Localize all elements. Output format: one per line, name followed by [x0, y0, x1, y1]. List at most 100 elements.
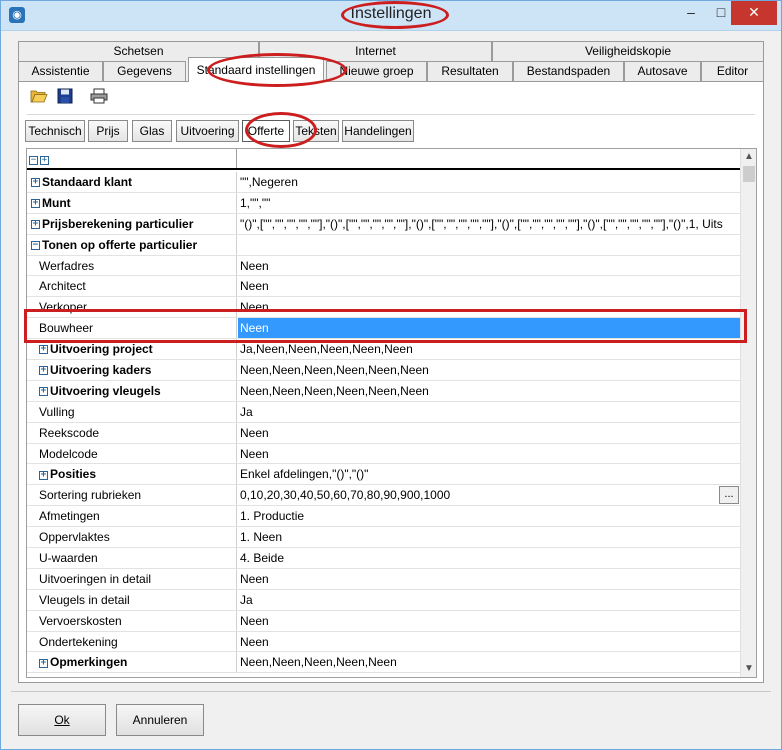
- grid-row-name[interactable]: Modelcode: [27, 443, 237, 464]
- collapse-all-icon[interactable]: −: [29, 153, 38, 167]
- grid-row-name[interactable]: + Prijsberekening particulier: [27, 213, 237, 234]
- ok-button[interactable]: Ok: [18, 704, 106, 736]
- grid-row[interactable]: U-waarden 4. Beide: [27, 548, 741, 569]
- expand-icon[interactable]: +: [39, 470, 48, 480]
- expand-all-icon[interactable]: +: [40, 153, 49, 167]
- grid-row-value[interactable]: Neen: [238, 611, 741, 631]
- grid-row-value[interactable]: Neen,Neen,Neen,Neen,Neen,Neen: [238, 381, 741, 401]
- grid-row-value[interactable]: Neen,Neen,Neen,Neen,Neen: [238, 652, 741, 672]
- grid-row-name[interactable]: Reekscode: [27, 422, 237, 443]
- grid-row[interactable]: + Uitvoering kaders Neen,Neen,Neen,Neen,Ne…: [27, 360, 741, 381]
- grid-row-value[interactable]: 1. Productie: [238, 506, 741, 526]
- tab-resultaten[interactable]: Resultaten: [427, 61, 513, 81]
- grid-row-value[interactable]: Neen: [238, 444, 741, 464]
- grid-row[interactable]: − Tonen op offerte particulier: [27, 234, 741, 256]
- cancel-button[interactable]: Annuleren: [116, 704, 204, 736]
- grid-row-name[interactable]: U-waarden: [27, 548, 237, 568]
- floppy-save-icon[interactable]: [53, 88, 77, 112]
- grid-row[interactable]: Werfadres Neen: [27, 255, 741, 277]
- subtab-handelingen[interactable]: Handelingen: [342, 120, 414, 142]
- grid-row-name[interactable]: Vulling: [27, 401, 237, 422]
- scroll-up-icon[interactable]: ▲: [741, 149, 756, 165]
- grid-row[interactable]: Modelcode Neen: [27, 443, 741, 465]
- tab-veiligheidskopie[interactable]: Veiligheidskopie: [492, 41, 764, 61]
- grid-row-value[interactable]: 4. Beide: [238, 548, 741, 568]
- subtab-prijs[interactable]: Prijs: [88, 120, 128, 142]
- grid-row-value[interactable]: [238, 235, 741, 255]
- grid-row-name[interactable]: Vleugels in detail: [27, 589, 237, 610]
- grid-row[interactable]: + Standaard klant "",Negeren: [27, 172, 741, 193]
- title-bar[interactable]: ◉ Instellingen – □ ✕: [1, 1, 781, 31]
- grid-row-value[interactable]: "()",["","","","",""],"()",["","","","",…: [238, 214, 741, 234]
- property-grid[interactable]: − + + Standaard klant "",Negeren + Munt 1,"",…: [26, 148, 757, 678]
- grid-row-value[interactable]: 0,10,20,30,40,50,60,70,80,90,900,1000...: [238, 485, 741, 505]
- subtab-technisch[interactable]: Technisch: [25, 120, 85, 142]
- grid-row-name[interactable]: + Uitvoering kaders: [27, 360, 237, 380]
- grid-row-value[interactable]: Neen: [238, 276, 741, 296]
- grid-row-value[interactable]: "",Negeren: [238, 172, 741, 192]
- grid-row-name[interactable]: Architect: [27, 276, 237, 297]
- folder-open-icon[interactable]: [27, 88, 51, 112]
- grid-row-name[interactable]: − Tonen op offerte particulier: [27, 234, 237, 255]
- grid-row[interactable]: Vulling Ja: [27, 401, 741, 423]
- subtab-uitvoering[interactable]: Uitvoering: [176, 120, 239, 142]
- grid-row-name[interactable]: Sortering rubrieken: [27, 485, 237, 506]
- printer-icon[interactable]: [87, 88, 111, 112]
- tab-assistentie[interactable]: Assistentie: [18, 61, 103, 81]
- grid-row[interactable]: + Prijsberekening particulier "()",["","",…: [27, 213, 741, 235]
- expand-icon[interactable]: +: [31, 178, 40, 188]
- grid-row-value[interactable]: 1. Neen: [238, 527, 741, 547]
- expand-icon[interactable]: +: [31, 199, 40, 209]
- grid-row-value[interactable]: Ja: [238, 402, 741, 422]
- collapse-icon[interactable]: −: [31, 241, 40, 250]
- grid-row[interactable]: + Opmerkingen Neen,Neen,Neen,Neen,Neen: [27, 652, 741, 674]
- grid-row-name[interactable]: Werfadres: [27, 255, 237, 276]
- tab-autosave[interactable]: Autosave: [624, 61, 701, 81]
- tab-editor[interactable]: Editor: [701, 61, 764, 81]
- grid-row[interactable]: Ondertekening Neen: [27, 631, 741, 653]
- grid-row-name[interactable]: + Posities: [27, 464, 237, 485]
- grid-row-value[interactable]: Neen: [238, 423, 741, 443]
- grid-row-name[interactable]: + Munt: [27, 192, 237, 213]
- ellipsis-button[interactable]: ...: [719, 486, 739, 505]
- grid-row-name[interactable]: + Opmerkingen: [27, 652, 237, 673]
- expand-icon[interactable]: +: [39, 345, 48, 355]
- grid-row[interactable]: Reekscode Neen: [27, 422, 741, 444]
- tab-gegevens[interactable]: Gegevens: [103, 61, 186, 81]
- grid-row-name[interactable]: Ondertekening: [27, 631, 237, 652]
- grid-row[interactable]: Architect Neen: [27, 276, 741, 298]
- grid-row-value[interactable]: Enkel afdelingen,"()","()": [238, 464, 741, 484]
- subtab-glas[interactable]: Glas: [132, 120, 172, 142]
- minimize-button[interactable]: –: [676, 1, 706, 25]
- grid-row-value[interactable]: Ja: [238, 590, 741, 610]
- expand-icon[interactable]: +: [31, 220, 40, 230]
- close-button[interactable]: ✕: [731, 1, 777, 25]
- grid-row-value[interactable]: Neen: [238, 256, 741, 276]
- grid-row[interactable]: Vervoerskosten Neen: [27, 610, 741, 632]
- grid-row[interactable]: Afmetingen 1. Productie: [27, 506, 741, 528]
- grid-row[interactable]: Sortering rubrieken 0,10,20,30,40,50,60,7…: [27, 485, 741, 507]
- vertical-scrollbar[interactable]: ▲ ▼: [740, 149, 756, 677]
- grid-row[interactable]: + Posities Enkel afdelingen,"()","()": [27, 464, 741, 486]
- grid-row-name[interactable]: Oppervlaktes: [27, 527, 237, 548]
- grid-row[interactable]: Oppervlaktes 1. Neen: [27, 527, 741, 549]
- tab-bestandspaden[interactable]: Bestandspaden: [513, 61, 624, 81]
- grid-row-name[interactable]: + Uitvoering vleugels: [27, 380, 237, 401]
- grid-row[interactable]: Vleugels in detail Ja: [27, 589, 741, 611]
- grid-row-name[interactable]: Afmetingen: [27, 506, 237, 527]
- grid-row[interactable]: + Uitvoering vleugels Neen,Neen,Neen,Neen,…: [27, 380, 741, 402]
- grid-row-value[interactable]: Neen: [238, 632, 741, 652]
- scroll-thumb[interactable]: [743, 166, 755, 182]
- scroll-down-icon[interactable]: ▼: [741, 661, 756, 677]
- grid-row-value[interactable]: 1,"","": [238, 193, 741, 213]
- grid-row-name[interactable]: Uitvoeringen in detail: [27, 568, 237, 589]
- grid-row-value[interactable]: Neen,Neen,Neen,Neen,Neen,Neen: [238, 360, 741, 380]
- expand-icon[interactable]: +: [39, 366, 48, 376]
- grid-row[interactable]: + Munt 1,"","": [27, 192, 741, 214]
- expand-icon[interactable]: +: [39, 658, 48, 668]
- grid-row-name[interactable]: Vervoerskosten: [27, 610, 237, 631]
- expand-icon[interactable]: +: [39, 387, 48, 397]
- grid-row-value[interactable]: Neen: [238, 569, 741, 589]
- grid-row[interactable]: Uitvoeringen in detail Neen: [27, 568, 741, 590]
- grid-row-name[interactable]: + Standaard klant: [27, 172, 237, 192]
